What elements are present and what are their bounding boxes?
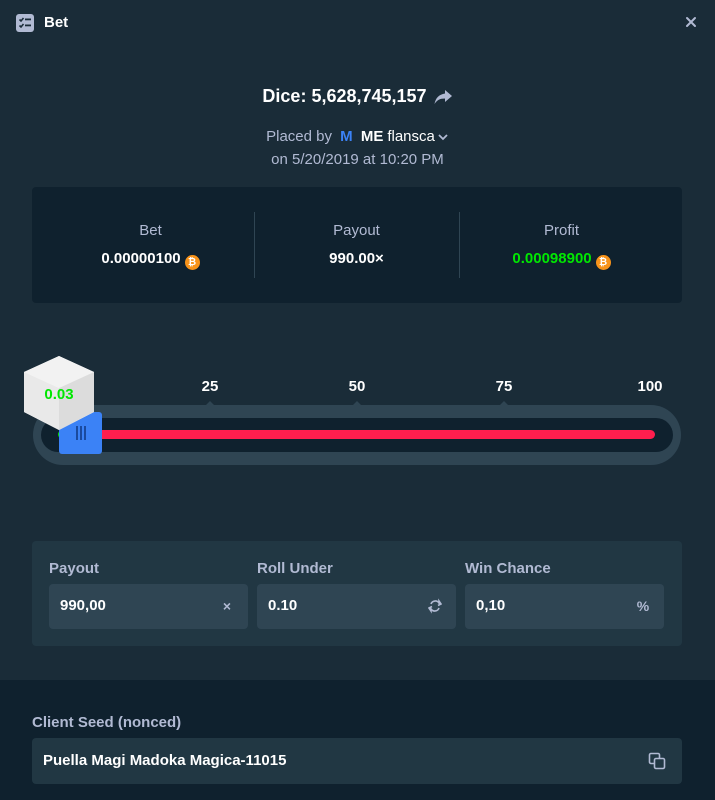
- btc-icon: ₿: [184, 255, 200, 270]
- stat-profit-value: 0.00098900 ₿: [459, 250, 664, 270]
- client-seed-value: Puella Magi Madoka Magica-11015: [43, 752, 287, 769]
- slider-lose-range: [70, 430, 655, 439]
- win-chance-value: 0,10: [476, 597, 506, 614]
- modal-title: Bet: [44, 14, 69, 31]
- stat-profit: Profit 0.00098900 ₿: [459, 187, 664, 303]
- share-icon[interactable]: [433, 88, 453, 106]
- tick-label: 75: [495, 378, 513, 395]
- game-title-text: Dice: 5,628,745,157: [262, 86, 427, 106]
- copy-icon[interactable]: [648, 752, 666, 770]
- modal-header: Bet: [0, 0, 715, 46]
- multiply-icon: ×: [222, 598, 232, 614]
- payout-field[interactable]: 990,00 ×: [49, 584, 248, 629]
- param-payout-label: Payout: [49, 560, 100, 577]
- tick-label: 50: [348, 378, 366, 395]
- payout-value: 990,00: [60, 597, 106, 614]
- roll-under-field[interactable]: 0.10: [257, 584, 456, 629]
- bet-slip-icon: [16, 14, 34, 32]
- placed-by-label: Placed by: [266, 128, 332, 145]
- bet-stats-panel: Bet 0.00000100 ₿ Payout 990.00× Profit 0.…: [32, 187, 682, 303]
- game-title: Dice: 5,628,745,157: [0, 84, 715, 108]
- swap-icon[interactable]: [428, 598, 442, 614]
- stat-payout-value: 990.00×: [329, 250, 384, 267]
- stat-payout: Payout 990.00×: [254, 187, 459, 303]
- bet-datetime: on 5/20/2019 at 10:20 PM: [271, 151, 444, 168]
- stat-bet-value: 0.00000100 ₿: [48, 250, 253, 270]
- percent-icon: %: [636, 598, 650, 614]
- chevron-down-icon[interactable]: [437, 132, 449, 142]
- client-seed-field[interactable]: Puella Magi Madoka Magica-11015: [32, 738, 682, 784]
- win-chance-field[interactable]: 0,10 %: [465, 584, 664, 629]
- param-win-chance-label: Win Chance: [465, 560, 551, 577]
- tick-label: 25: [201, 378, 219, 395]
- user-badge: M: [340, 128, 353, 145]
- stat-payout-label: Payout: [333, 222, 380, 239]
- bet-params-panel: Payout 990,00 × Roll Under 0.10 Win Chan…: [32, 541, 682, 646]
- close-icon[interactable]: [681, 12, 701, 32]
- stat-bet: Bet 0.00000100 ₿: [48, 187, 253, 303]
- param-roll-under-label: Roll Under: [257, 560, 333, 577]
- username-link[interactable]: flansca: [387, 128, 435, 145]
- placed-by: Placed by M ME flansca: [0, 127, 715, 147]
- stat-profit-label: Profit: [543, 222, 579, 239]
- user-rank: ME: [360, 128, 384, 145]
- tick-label: 100: [637, 378, 663, 395]
- seed-label: Client Seed (nonced): [32, 714, 182, 731]
- roll-result: 0.03: [44, 386, 74, 403]
- roll-under-value: 0.10: [268, 597, 298, 614]
- stat-bet-label: Bet: [139, 222, 162, 239]
- btc-icon: ₿: [595, 255, 611, 270]
